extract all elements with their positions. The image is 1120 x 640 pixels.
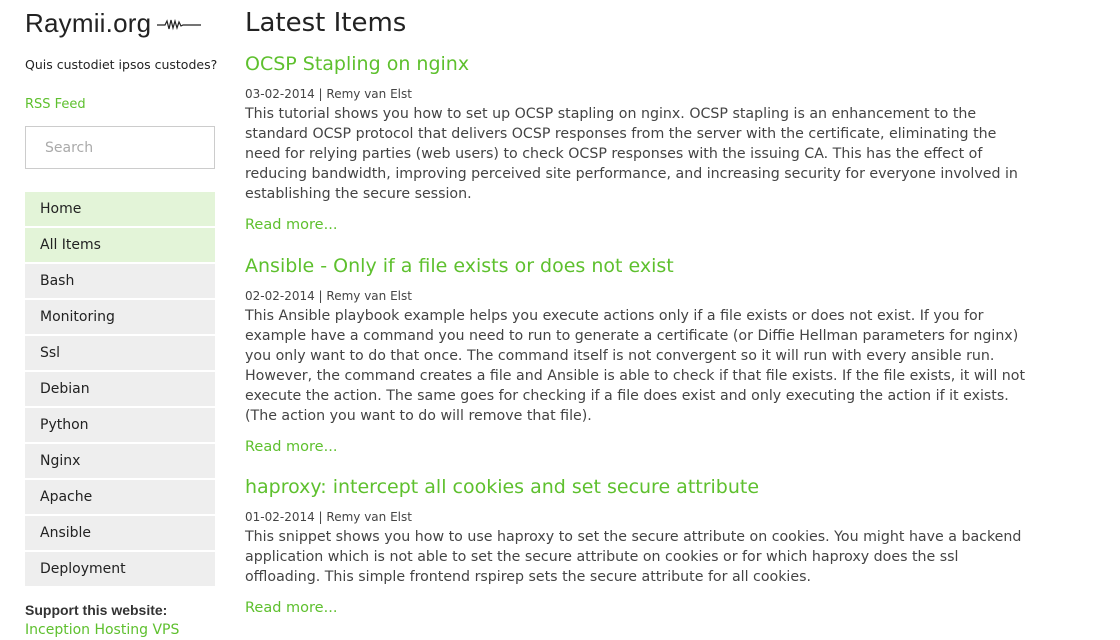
site-tagline: Quis custodiet ipsos custodes? — [25, 57, 218, 72]
sidebar-item-label: Bash — [40, 273, 75, 289]
read-more-link[interactable]: Read more... — [245, 215, 1035, 235]
sidebar-item-label: Nginx — [40, 453, 81, 469]
post-title-link[interactable]: OCSP Stapling on nginx — [245, 52, 1035, 76]
sidebar-item-ssl[interactable]: Ssl — [25, 336, 215, 370]
rss-feed-link[interactable]: RSS Feed — [25, 97, 86, 112]
read-more-link[interactable]: Read more... — [245, 437, 1035, 457]
sidebar-item-apache[interactable]: Apache — [25, 480, 215, 514]
post-item: haproxy: intercept all cookies and set s… — [245, 475, 1035, 618]
sidebar-item-label: Apache — [40, 489, 93, 505]
sidebar-item-python[interactable]: Python — [25, 408, 215, 442]
search-input[interactable] — [25, 126, 215, 169]
page-title: Latest Items — [245, 8, 407, 38]
read-more-link[interactable]: Read more... — [245, 598, 1035, 618]
sidebar-item-debian[interactable]: Debian — [25, 372, 215, 406]
squiggle-logo-icon — [157, 18, 202, 30]
site-title[interactable]: Raymii.org — [25, 8, 151, 39]
post-title-link[interactable]: Ansible - Only if a file exists or does … — [245, 254, 1035, 278]
post-excerpt: This tutorial shows you how to set up OC… — [245, 106, 1018, 202]
sidebar-item-ansible[interactable]: Ansible — [25, 516, 215, 550]
support-hosting-link[interactable]: Inception Hosting VPS — [25, 622, 179, 638]
sidebar-item-label: Monitoring — [40, 309, 115, 325]
sidebar-item-label: Home — [40, 201, 82, 217]
sidebar-item-nginx[interactable]: Nginx — [25, 444, 215, 478]
support-heading: Support this website: — [25, 602, 168, 618]
post-title-link[interactable]: haproxy: intercept all cookies and set s… — [245, 475, 1035, 499]
post-meta: 01-02-2014 | Remy van Elst — [245, 510, 412, 524]
sidebar-item-label: Debian — [40, 381, 90, 397]
post-item: OCSP Stapling on nginx 03-02-2014 | Remy… — [245, 52, 1035, 235]
sidebar-item-label: Deployment — [40, 561, 126, 577]
sidebar-nav: Home All Items Bash Monitoring Ssl Debia… — [25, 192, 215, 588]
post-excerpt: This snippet shows you how to use haprox… — [245, 529, 1022, 585]
sidebar-item-all-items[interactable]: All Items — [25, 228, 215, 262]
post-item: Ansible - Only if a file exists or does … — [245, 254, 1035, 457]
sidebar-item-monitoring[interactable]: Monitoring — [25, 300, 215, 334]
sidebar-item-bash[interactable]: Bash — [25, 264, 215, 298]
post-meta: 02-02-2014 | Remy van Elst — [245, 289, 412, 303]
sidebar-item-label: Ansible — [40, 525, 92, 541]
site-header: Raymii.org — [25, 8, 205, 39]
post-excerpt: This Ansible playbook example helps you … — [245, 308, 1026, 424]
sidebar-item-label: Ssl — [40, 345, 61, 361]
sidebar-item-label: All Items — [40, 237, 101, 253]
sidebar-item-deployment[interactable]: Deployment — [25, 552, 215, 586]
post-meta: 03-02-2014 | Remy van Elst — [245, 87, 412, 101]
sidebar-item-label: Python — [40, 417, 89, 433]
sidebar-item-home[interactable]: Home — [25, 192, 215, 226]
